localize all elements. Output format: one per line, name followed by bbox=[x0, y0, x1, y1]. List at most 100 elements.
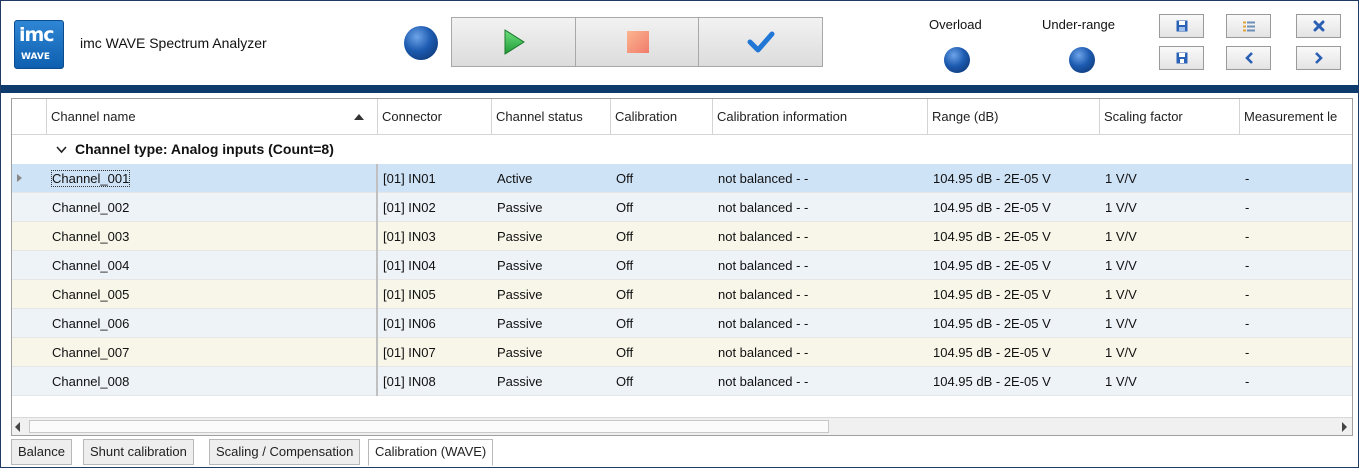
cell-channel-name[interactable]: Channel_005 bbox=[47, 280, 378, 309]
cell-range[interactable]: 104.95 dB - 2E-05 V bbox=[928, 338, 1100, 367]
scroll-right-icon[interactable] bbox=[1342, 422, 1347, 432]
cell-calibration[interactable]: Off bbox=[611, 280, 713, 309]
cell-scaling-factor[interactable]: 1 V/V bbox=[1100, 338, 1240, 367]
cell-connector[interactable]: [01] IN01 bbox=[378, 164, 492, 193]
tab-shunt-calibration[interactable]: Shunt calibration bbox=[83, 439, 194, 465]
cell-calibration-information[interactable]: not balanced - - bbox=[713, 222, 928, 251]
cell-calibration-information[interactable]: not balanced - - bbox=[713, 338, 928, 367]
cell-channel-status[interactable]: Passive bbox=[492, 193, 611, 222]
cell-calibration[interactable]: Off bbox=[611, 222, 713, 251]
next-button[interactable] bbox=[1296, 46, 1341, 70]
tab-balance[interactable]: Balance bbox=[11, 439, 72, 465]
cell-measurement-level[interactable]: - bbox=[1240, 367, 1352, 396]
cell-range[interactable]: 104.95 dB - 2E-05 V bbox=[928, 193, 1100, 222]
cell-measurement-level[interactable]: - bbox=[1240, 280, 1352, 309]
scroll-left-icon[interactable] bbox=[15, 422, 20, 432]
cell-range[interactable]: 104.95 dB - 2E-05 V bbox=[928, 251, 1100, 280]
cell-calibration[interactable]: Off bbox=[611, 164, 713, 193]
cell-channel-name[interactable]: Channel_008 bbox=[47, 367, 378, 396]
cell-channel-status[interactable]: Passive bbox=[492, 309, 611, 338]
cell-channel-status[interactable]: Passive bbox=[492, 251, 611, 280]
cell-channel-name[interactable]: Channel_006 bbox=[47, 309, 378, 338]
cell-measurement-level[interactable]: - bbox=[1240, 164, 1352, 193]
previous-button[interactable] bbox=[1226, 46, 1271, 70]
cell-calibration[interactable]: Off bbox=[611, 309, 713, 338]
cell-channel-name[interactable]: Channel_007 bbox=[47, 338, 378, 367]
cell-connector[interactable]: [01] IN08 bbox=[378, 367, 492, 396]
cell-connector[interactable]: [01] IN07 bbox=[378, 338, 492, 367]
confirm-button[interactable] bbox=[698, 17, 823, 67]
column-header-channel-status[interactable]: Channel status bbox=[492, 99, 611, 135]
list-button[interactable] bbox=[1226, 14, 1271, 38]
cell-calibration[interactable]: Off bbox=[611, 193, 713, 222]
cell-channel-name[interactable]: Channel_003 bbox=[47, 222, 378, 251]
cell-range[interactable]: 104.95 dB - 2E-05 V bbox=[928, 367, 1100, 396]
table-row[interactable]: Channel_001 [01] IN01 Active Off not balance… bbox=[12, 164, 1352, 193]
cell-calibration-information[interactable]: not balanced - - bbox=[713, 193, 928, 222]
cell-calibration[interactable]: Off bbox=[611, 251, 713, 280]
cell-channel-status[interactable]: Passive bbox=[492, 280, 611, 309]
cell-connector[interactable]: [01] IN06 bbox=[378, 309, 492, 338]
cell-channel-name[interactable]: Channel_004 bbox=[47, 251, 378, 280]
cell-calibration[interactable]: Off bbox=[611, 367, 713, 396]
cell-range[interactable]: 104.95 dB - 2E-05 V bbox=[928, 280, 1100, 309]
cell-measurement-level[interactable]: - bbox=[1240, 222, 1352, 251]
cell-range[interactable]: 104.95 dB - 2E-05 V bbox=[928, 164, 1100, 193]
cell-measurement-level[interactable]: - bbox=[1240, 193, 1352, 222]
table-row[interactable]: Channel_005 [01] IN05 Passive Off not balanc… bbox=[12, 280, 1352, 309]
cell-scaling-factor[interactable]: 1 V/V bbox=[1100, 367, 1240, 396]
cell-channel-status[interactable]: Active bbox=[492, 164, 611, 193]
cell-scaling-factor[interactable]: 1 V/V bbox=[1100, 280, 1240, 309]
cell-calibration-information[interactable]: not balanced - - bbox=[713, 280, 928, 309]
cell-connector[interactable]: [01] IN02 bbox=[378, 193, 492, 222]
cell-measurement-level[interactable]: - bbox=[1240, 251, 1352, 280]
tab-calibration-wave[interactable]: Calibration (WAVE) bbox=[368, 439, 494, 466]
cell-connector[interactable]: [01] IN05 bbox=[378, 280, 492, 309]
table-row[interactable]: Channel_008 [01] IN08 Passive Off not balanc… bbox=[12, 367, 1352, 396]
table-row[interactable]: Channel_002 [01] IN02 Passive Off not balanc… bbox=[12, 193, 1352, 222]
stop-button[interactable] bbox=[575, 17, 700, 67]
save-as-button[interactable] bbox=[1159, 46, 1204, 70]
table-row[interactable]: Channel_006 [01] IN06 Passive Off not balanc… bbox=[12, 309, 1352, 338]
column-header-calibration[interactable]: Calibration bbox=[611, 99, 713, 135]
column-header-range[interactable]: Range (dB) bbox=[928, 99, 1100, 135]
cell-channel-status[interactable]: Passive bbox=[492, 367, 611, 396]
cell-calibration-information[interactable]: not balanced - - bbox=[713, 164, 928, 193]
close-button[interactable] bbox=[1296, 14, 1341, 38]
column-header-scaling-factor[interactable]: Scaling factor bbox=[1100, 99, 1240, 135]
cell-channel-status[interactable]: Passive bbox=[492, 222, 611, 251]
cell-scaling-factor[interactable]: 1 V/V bbox=[1100, 164, 1240, 193]
column-header-calibration-information[interactable]: Calibration information bbox=[713, 99, 928, 135]
start-button[interactable] bbox=[451, 17, 576, 67]
table-row[interactable]: Channel_003 [01] IN03 Passive Off not balanc… bbox=[12, 222, 1352, 251]
cell-scaling-factor[interactable]: 1 V/V bbox=[1100, 193, 1240, 222]
cell-connector[interactable]: [01] IN04 bbox=[378, 251, 492, 280]
column-header-channel-name[interactable]: Channel name bbox=[47, 99, 378, 135]
cell-measurement-level[interactable]: - bbox=[1240, 338, 1352, 367]
cell-channel-name[interactable]: Channel_002 bbox=[47, 193, 378, 222]
column-header-connector[interactable]: Connector bbox=[378, 99, 492, 135]
cell-scaling-factor[interactable]: 1 V/V bbox=[1100, 309, 1240, 338]
cell-calibration-information[interactable]: not balanced - - bbox=[713, 367, 928, 396]
horizontal-scrollbar[interactable] bbox=[12, 417, 1352, 435]
save-button[interactable] bbox=[1159, 14, 1204, 38]
cell-scaling-factor[interactable]: 1 V/V bbox=[1100, 222, 1240, 251]
cell-calibration[interactable]: Off bbox=[611, 338, 713, 367]
cell-scaling-factor[interactable]: 1 V/V bbox=[1100, 251, 1240, 280]
scrollbar-thumb[interactable] bbox=[29, 420, 829, 433]
table-row[interactable]: Channel_007 [01] IN07 Passive Off not balanc… bbox=[12, 338, 1352, 367]
cell-calibration-information[interactable]: not balanced - - bbox=[713, 309, 928, 338]
cell-measurement-level[interactable]: - bbox=[1240, 309, 1352, 338]
group-row[interactable]: Channel type: Analog inputs (Count=8) bbox=[12, 135, 1352, 164]
cell-calibration-information[interactable]: not balanced - - bbox=[713, 251, 928, 280]
cell-connector[interactable]: [01] IN03 bbox=[378, 222, 492, 251]
cell-channel-status[interactable]: Passive bbox=[492, 338, 611, 367]
cell-range[interactable]: 104.95 dB - 2E-05 V bbox=[928, 309, 1100, 338]
tab-scaling-compensation[interactable]: Scaling / Compensation bbox=[209, 439, 361, 465]
table-row[interactable]: Channel_004 [01] IN04 Passive Off not balanc… bbox=[12, 251, 1352, 280]
chevron-down-icon[interactable] bbox=[56, 143, 67, 157]
column-header-measurement-level[interactable]: Measurement le bbox=[1240, 99, 1352, 135]
cell-range[interactable]: 104.95 dB - 2E-05 V bbox=[928, 222, 1100, 251]
app-window: imc WAVE imc WAVE Spectrum Analyzer Over… bbox=[0, 0, 1359, 468]
cell-channel-name[interactable]: Channel_001 bbox=[47, 164, 378, 193]
